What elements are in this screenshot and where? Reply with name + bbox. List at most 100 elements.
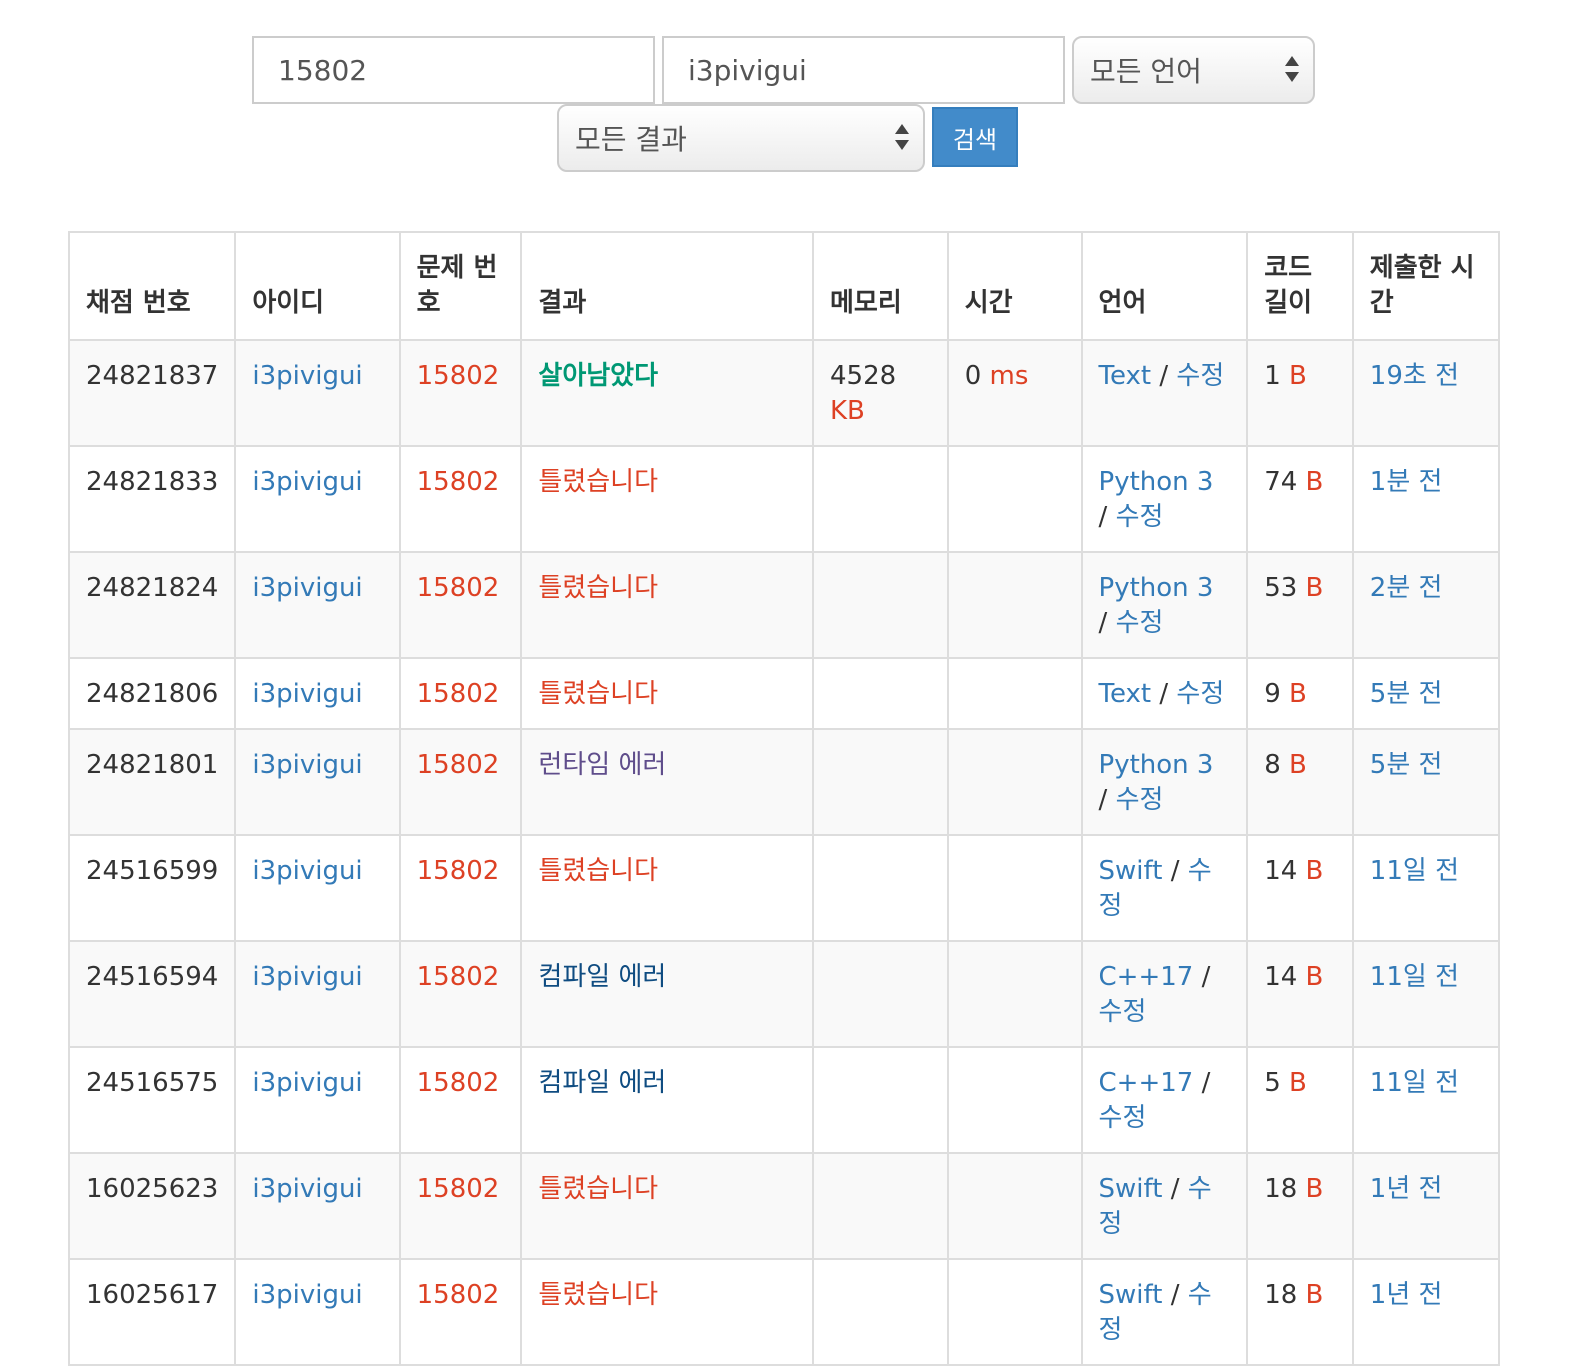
memory-cell: 4528 KB: [811, 339, 949, 447]
result-select[interactable]: 모든 결과: [557, 104, 925, 172]
result-text: 살아남았다: [538, 361, 659, 391]
result-text: 틀렸습니다: [538, 1174, 659, 1204]
result-text: 컴파일 에러: [538, 1068, 667, 1098]
edit-link[interactable]: 수정: [1116, 785, 1164, 815]
code-length-cell: 9 B: [1246, 657, 1354, 730]
separator: /: [1170, 1174, 1180, 1204]
language-cell: C++17 / 수정: [1080, 940, 1249, 1048]
language-cell: Python 3 / 수정: [1080, 728, 1249, 836]
user-link[interactable]: i3pivigui: [252, 1068, 362, 1098]
submission-id-text: 16025617: [86, 1280, 219, 1310]
result-text: 틀렸습니다: [538, 1280, 659, 1310]
submitted-time-link[interactable]: 11일 전: [1370, 856, 1459, 886]
search-button[interactable]: 검색: [932, 107, 1018, 167]
user-link[interactable]: i3pivigui: [252, 1174, 362, 1204]
language-link[interactable]: Swift: [1099, 1174, 1163, 1204]
time-cell: [946, 1152, 1083, 1260]
edit-link[interactable]: 수정: [1116, 502, 1164, 532]
user-link[interactable]: i3pivigui: [252, 856, 362, 886]
user-cell: i3pivigui: [234, 1258, 401, 1366]
result-cell: 컴파일 에러: [520, 1046, 814, 1154]
language-link[interactable]: Text: [1099, 679, 1152, 709]
user-link[interactable]: i3pivigui: [252, 1280, 362, 1310]
edit-link[interactable]: 수정: [1176, 679, 1224, 709]
problem-link[interactable]: 15802: [417, 1174, 500, 1204]
language-link[interactable]: Python 3: [1099, 467, 1214, 497]
code-length-unit: B: [1289, 1068, 1307, 1098]
user-link[interactable]: i3pivigui: [252, 361, 362, 391]
header-problem: 문제 번호: [398, 231, 523, 341]
language-link[interactable]: C++17: [1099, 962, 1194, 992]
user-link[interactable]: i3pivigui: [252, 750, 362, 780]
submitted-cell: 2분 전: [1351, 551, 1501, 659]
memory-cell: [811, 728, 949, 836]
submitted-time-link[interactable]: 1년 전: [1370, 1280, 1443, 1310]
problem-link[interactable]: 15802: [417, 573, 500, 603]
submitted-time-link[interactable]: 1분 전: [1370, 467, 1443, 497]
code-length-unit: B: [1305, 467, 1324, 497]
user-link[interactable]: i3pivigui: [252, 962, 362, 992]
language-cell: Swift / 수정: [1080, 1258, 1249, 1366]
memory-unit: KB: [829, 396, 865, 426]
user-id-input[interactable]: i3pivigui: [662, 36, 1065, 104]
problem-id-value: 15802: [278, 53, 368, 87]
submitted-time-link[interactable]: 11일 전: [1370, 1068, 1459, 1098]
submitted-time-link[interactable]: 2분 전: [1370, 573, 1443, 603]
user-link[interactable]: i3pivigui: [252, 573, 362, 603]
submitted-cell: 11일 전: [1351, 940, 1501, 1048]
result-cell: 틀렸습니다: [520, 657, 814, 730]
problem-link[interactable]: 15802: [417, 750, 500, 780]
submission-id: 24821824: [67, 551, 237, 659]
code-length-cell: 18 B: [1246, 1152, 1354, 1260]
edit-link[interactable]: 수정: [1099, 997, 1147, 1027]
submitted-time-link[interactable]: 1년 전: [1370, 1174, 1443, 1204]
result-text: 런타임 에러: [538, 750, 667, 780]
user-link[interactable]: i3pivigui: [252, 679, 362, 709]
edit-link[interactable]: 수정: [1099, 1103, 1147, 1133]
problem-link[interactable]: 15802: [417, 856, 500, 886]
problem-link[interactable]: 15802: [417, 962, 500, 992]
user-cell: i3pivigui: [234, 551, 401, 659]
problem-cell: 15802: [398, 445, 523, 553]
language-select[interactable]: 모든 언어: [1072, 36, 1315, 104]
submission-id: 24516599: [67, 834, 237, 942]
time-cell: [946, 445, 1083, 553]
code-length-cell: 18 B: [1246, 1258, 1354, 1366]
memory-cell: [811, 657, 949, 730]
submitted-time-link[interactable]: 5분 전: [1370, 679, 1443, 709]
language-cell: Text / 수정: [1080, 657, 1249, 730]
user-link[interactable]: i3pivigui: [252, 467, 362, 497]
language-link[interactable]: Text: [1099, 361, 1152, 391]
problem-cell: 15802: [398, 834, 523, 942]
memory-cell: [811, 551, 949, 659]
time-cell: [946, 657, 1083, 730]
submitted-time-link[interactable]: 19초 전: [1370, 361, 1459, 391]
table-row: 24821833 i3pivigui 15802 틀렸습니다 Python 3 / 수…: [67, 445, 1501, 553]
code-length-unit: B: [1305, 573, 1324, 603]
edit-link[interactable]: 수정: [1176, 361, 1224, 391]
problem-link[interactable]: 15802: [417, 1068, 500, 1098]
edit-link[interactable]: 수정: [1116, 608, 1164, 638]
memory-cell: [811, 1046, 949, 1154]
problem-cell: 15802: [398, 940, 523, 1048]
time-value: 0: [964, 361, 982, 391]
submission-id-text: 24821824: [86, 573, 219, 603]
header-result: 결과: [520, 231, 814, 341]
language-link[interactable]: Python 3: [1099, 750, 1214, 780]
header-memory: 메모리: [811, 231, 949, 341]
problem-id-input[interactable]: 15802: [252, 36, 655, 104]
problem-link[interactable]: 15802: [417, 467, 500, 497]
problem-link[interactable]: 15802: [417, 679, 500, 709]
language-link[interactable]: Python 3: [1099, 573, 1214, 603]
submission-id: 24821801: [67, 728, 237, 836]
problem-link[interactable]: 15802: [417, 1280, 500, 1310]
language-link[interactable]: Swift: [1099, 1280, 1163, 1310]
language-link[interactable]: Swift: [1099, 856, 1163, 886]
submitted-time-link[interactable]: 5분 전: [1370, 750, 1443, 780]
language-link[interactable]: C++17: [1099, 1068, 1194, 1098]
submitted-time-link[interactable]: 11일 전: [1370, 962, 1459, 992]
code-length-unit: B: [1289, 750, 1307, 780]
problem-cell: 15802: [398, 728, 523, 836]
problem-link[interactable]: 15802: [417, 361, 500, 391]
status-table: 채점 번호 아이디 문제 번호 결과 메모리 시간 언어 코드 길이 제출한 시…: [67, 231, 1501, 1366]
